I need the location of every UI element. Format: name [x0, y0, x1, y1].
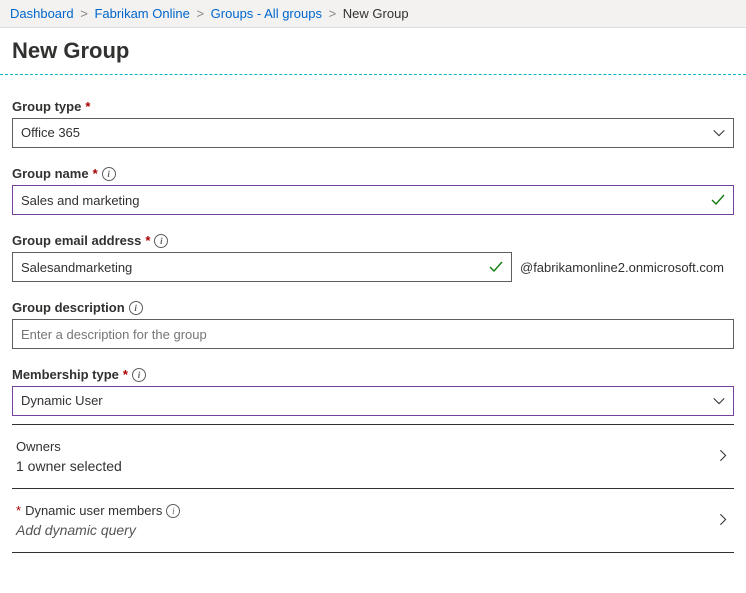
- chevron-right-icon: >: [80, 6, 88, 21]
- required-asterisk: *: [145, 233, 150, 248]
- group-email-field: Group email address * i @fabrikamonline2…: [12, 233, 734, 282]
- group-description-label: Group description i: [12, 300, 734, 315]
- group-description-input-wrap: [12, 319, 734, 349]
- breadcrumb: Dashboard > Fabrikam Online > Groups - A…: [0, 0, 746, 28]
- group-type-value: Office 365: [12, 118, 734, 148]
- form-area: Group type * Office 365 Group name * i G…: [0, 75, 746, 565]
- chevron-right-icon: [716, 512, 730, 529]
- breadcrumb-link-fabrikam[interactable]: Fabrikam Online: [94, 6, 189, 21]
- dynamic-members-value: Add dynamic query: [16, 522, 734, 538]
- group-email-input[interactable]: [12, 252, 512, 282]
- breadcrumb-link-groups[interactable]: Groups - All groups: [211, 6, 322, 21]
- label-text: Dynamic user members: [25, 503, 162, 518]
- group-name-input[interactable]: [12, 185, 734, 215]
- group-description-field: Group description i: [12, 300, 734, 349]
- group-name-label: Group name * i: [12, 166, 734, 181]
- group-name-input-wrap: [12, 185, 734, 215]
- email-domain-suffix: @fabrikamonline2.onmicrosoft.com: [520, 260, 724, 275]
- group-email-label: Group email address * i: [12, 233, 734, 248]
- label-text: Owners: [16, 439, 61, 454]
- info-icon[interactable]: i: [102, 167, 116, 181]
- required-asterisk: *: [93, 166, 98, 181]
- membership-type-value: Dynamic User: [12, 386, 734, 416]
- owners-value: 1 owner selected: [16, 458, 734, 474]
- label-text: Group type: [12, 99, 81, 114]
- required-asterisk: *: [123, 367, 128, 382]
- label-text: Group description: [12, 300, 125, 315]
- info-icon[interactable]: i: [166, 504, 180, 518]
- membership-type-label: Membership type * i: [12, 367, 734, 382]
- info-icon[interactable]: i: [154, 234, 168, 248]
- group-type-label: Group type *: [12, 99, 734, 114]
- chevron-right-icon: [716, 448, 730, 465]
- label-text: Group name: [12, 166, 89, 181]
- dynamic-members-section[interactable]: * Dynamic user members i Add dynamic quer…: [12, 489, 734, 553]
- info-icon[interactable]: i: [129, 301, 143, 315]
- membership-type-select[interactable]: Dynamic User: [12, 386, 734, 416]
- label-text: Group email address: [12, 233, 141, 248]
- group-name-field: Group name * i: [12, 166, 734, 215]
- group-email-input-wrap: [12, 252, 512, 282]
- breadcrumb-current: New Group: [343, 6, 409, 21]
- required-asterisk: *: [85, 99, 90, 114]
- dynamic-members-title: * Dynamic user members i: [16, 503, 734, 518]
- chevron-right-icon: >: [329, 6, 337, 21]
- chevron-right-icon: >: [196, 6, 204, 21]
- owners-section[interactable]: Owners 1 owner selected: [12, 425, 734, 489]
- group-description-input[interactable]: [12, 319, 734, 349]
- required-asterisk: *: [16, 503, 21, 518]
- page-title: New Group: [0, 28, 746, 74]
- group-type-field: Group type * Office 365: [12, 99, 734, 148]
- membership-type-field: Membership type * i Dynamic User: [12, 367, 734, 416]
- owners-title: Owners: [16, 439, 734, 454]
- breadcrumb-link-dashboard[interactable]: Dashboard: [10, 6, 74, 21]
- label-text: Membership type: [12, 367, 119, 382]
- group-email-row: @fabrikamonline2.onmicrosoft.com: [12, 252, 734, 282]
- group-type-select[interactable]: Office 365: [12, 118, 734, 148]
- info-icon[interactable]: i: [132, 368, 146, 382]
